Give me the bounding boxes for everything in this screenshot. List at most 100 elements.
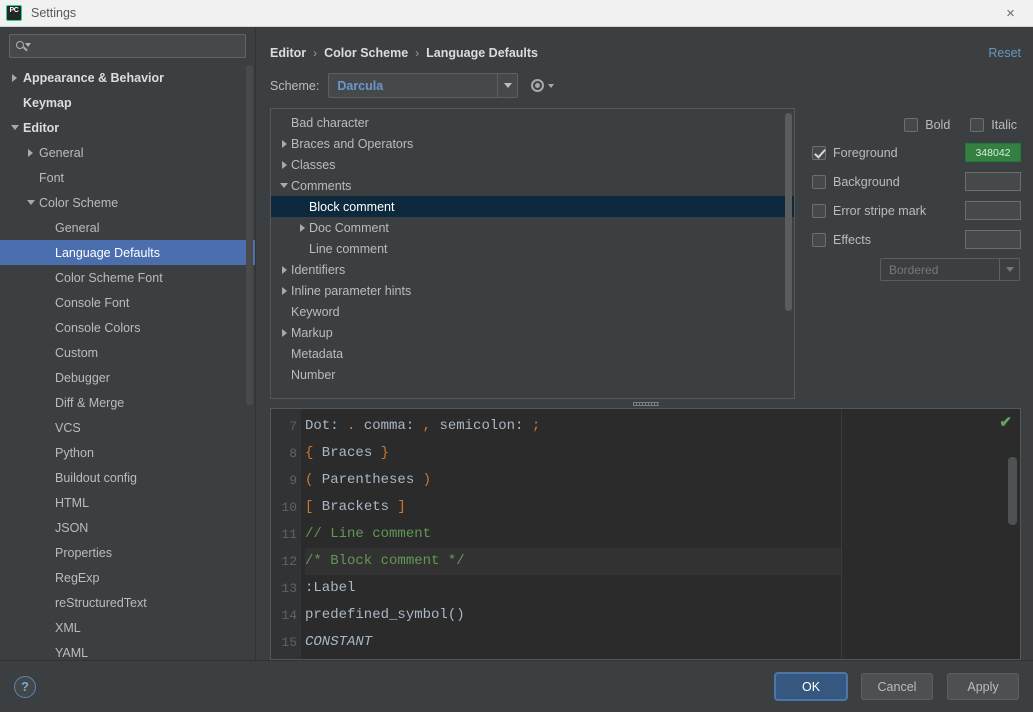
chevron-down-icon[interactable]: [277, 183, 291, 188]
close-icon[interactable]: ×: [988, 0, 1033, 27]
sidebar-item-debugger[interactable]: Debugger: [0, 365, 255, 390]
attribute-item-markup[interactable]: Markup: [271, 322, 794, 343]
attribute-item-metadata[interactable]: Metadata: [271, 343, 794, 364]
bold-checkbox[interactable]: [904, 118, 919, 132]
background-row: Background: [812, 167, 1021, 196]
background-left[interactable]: Background: [812, 174, 965, 189]
sidebar-item-label: Properties: [55, 545, 112, 560]
chevron-down-icon[interactable]: [8, 125, 21, 130]
effects-color-swatch[interactable]: [965, 230, 1021, 249]
effects-row: Effects: [812, 225, 1021, 254]
apply-button[interactable]: Apply: [947, 673, 1019, 700]
search-input[interactable]: [30, 39, 240, 53]
error-stripe-color-swatch[interactable]: [965, 201, 1021, 220]
sidebar-item-general[interactable]: General: [0, 140, 255, 165]
sidebar-item-language-defaults[interactable]: Language Defaults: [0, 240, 255, 265]
attribute-item-braces-and-operators[interactable]: Braces and Operators: [271, 133, 794, 154]
sidebar-item-label: General: [55, 220, 100, 235]
attribute-item-identifiers[interactable]: Identifiers: [271, 259, 794, 280]
attribute-item-label: Number: [291, 367, 336, 382]
sidebar-item-diff-merge[interactable]: Diff & Merge: [0, 390, 255, 415]
error-stripe-left[interactable]: Error stripe mark: [812, 203, 965, 218]
sidebar-item-python[interactable]: Python: [0, 440, 255, 465]
sidebar-item-color-scheme[interactable]: Color Scheme: [0, 190, 255, 215]
effect-type-dropdown[interactable]: Bordered: [880, 258, 1020, 281]
attribute-item-doc-comment[interactable]: Doc Comment: [271, 217, 794, 238]
sidebar-item-properties[interactable]: Properties: [0, 540, 255, 565]
preview-splitter[interactable]: [270, 399, 1021, 408]
breadcrumb-item-0[interactable]: Editor: [270, 46, 306, 60]
cancel-button[interactable]: Cancel: [861, 673, 933, 700]
sidebar-item-buildout-config[interactable]: Buildout config: [0, 465, 255, 490]
code-token: Dot:: [305, 418, 348, 434]
sidebar-item-console-colors[interactable]: Console Colors: [0, 315, 255, 340]
attribute-item-comments[interactable]: Comments: [271, 175, 794, 196]
sidebar-item-general[interactable]: General: [0, 215, 255, 240]
settings-tree[interactable]: Appearance & Behavior Keymap Editor General…: [0, 64, 255, 660]
italic-checkbox[interactable]: [970, 118, 985, 132]
sidebar-item-keymap[interactable]: Keymap: [0, 90, 255, 115]
sidebar-item-console-font[interactable]: Console Font: [0, 290, 255, 315]
sidebar-scrollbar[interactable]: [246, 65, 253, 405]
sidebar-item-html[interactable]: HTML: [0, 490, 255, 515]
chevron-right-icon[interactable]: [8, 74, 21, 82]
error-stripe-checkbox[interactable]: [812, 203, 826, 218]
ok-button[interactable]: OK: [775, 673, 847, 700]
code-token: Brackets: [313, 499, 398, 515]
sidebar-item-label: General: [39, 145, 84, 160]
sidebar-item-yaml[interactable]: YAML: [0, 640, 255, 660]
breadcrumb-separator-0: ›: [313, 46, 318, 60]
chevron-right-icon[interactable]: [277, 329, 291, 337]
sidebar-item-label: RegExp: [55, 570, 100, 585]
foreground-color-swatch[interactable]: 348042: [965, 143, 1021, 162]
attribute-item-block-comment[interactable]: Block comment: [271, 196, 794, 217]
sidebar-item-custom[interactable]: Custom: [0, 340, 255, 365]
chevron-right-icon[interactable]: [24, 149, 37, 157]
chevron-down-icon[interactable]: [24, 200, 37, 205]
help-button[interactable]: ?: [14, 675, 36, 698]
attributes-scrollbar[interactable]: [785, 113, 792, 311]
sidebar-item-xml[interactable]: XML: [0, 615, 255, 640]
background-checkbox[interactable]: [812, 174, 826, 189]
breadcrumb-separator-1: ›: [415, 46, 420, 60]
chevron-right-icon[interactable]: [295, 224, 309, 232]
foreground-checkbox[interactable]: [812, 145, 826, 160]
sidebar-item-font[interactable]: Font: [0, 165, 255, 190]
background-color-swatch[interactable]: [965, 172, 1021, 191]
scheme-dropdown[interactable]: Darcula: [328, 73, 519, 98]
sidebar-item-appearance-behavior[interactable]: Appearance & Behavior: [0, 65, 255, 90]
attribute-item-inline-parameter-hints[interactable]: Inline parameter hints: [271, 280, 794, 301]
sidebar-item-regexp[interactable]: RegExp: [0, 565, 255, 590]
search-box[interactable]: [9, 34, 246, 58]
chevron-right-icon[interactable]: [277, 161, 291, 169]
breadcrumb-item-1[interactable]: Color Scheme: [324, 46, 408, 60]
attribute-item-number[interactable]: Number: [271, 364, 794, 385]
italic-checkbox-wrapper[interactable]: Italic: [970, 118, 1017, 132]
attribute-item-keyword[interactable]: Keyword: [271, 301, 794, 322]
sidebar-item-label: Console Font: [55, 295, 130, 310]
inspection-ok-icon[interactable]: ✔: [999, 413, 1012, 431]
chevron-right-icon[interactable]: [277, 266, 291, 274]
sidebar-item-color-scheme-font[interactable]: Color Scheme Font: [0, 265, 255, 290]
chevron-down-icon[interactable]: [497, 74, 517, 97]
foreground-left[interactable]: Foreground: [812, 145, 965, 160]
sidebar-item-json[interactable]: JSON: [0, 515, 255, 540]
reset-link[interactable]: Reset: [988, 46, 1021, 60]
effects-checkbox[interactable]: [812, 232, 826, 247]
sidebar-item-vcs[interactable]: VCS: [0, 415, 255, 440]
effects-left[interactable]: Effects: [812, 232, 965, 247]
preview-code-lines[interactable]: Dot: . comma: , semicolon: ;{ Braces }( …: [301, 409, 841, 659]
attribute-item-classes[interactable]: Classes: [271, 154, 794, 175]
color-attributes-list[interactable]: Bad character Braces and Operators Classes…: [271, 109, 794, 385]
sidebar-item-editor[interactable]: Editor: [0, 115, 255, 140]
preview-scrollbar[interactable]: [1008, 457, 1017, 525]
scheme-settings-button[interactable]: [530, 78, 555, 93]
bold-checkbox-wrapper[interactable]: Bold: [904, 118, 950, 132]
search-wrapper: [0, 27, 255, 64]
sidebar-item-restructuredtext[interactable]: reStructuredText: [0, 590, 255, 615]
chevron-right-icon[interactable]: [277, 140, 291, 148]
chevron-right-icon[interactable]: [277, 287, 291, 295]
attribute-item-bad-character[interactable]: Bad character: [271, 112, 794, 133]
chevron-down-icon[interactable]: [999, 259, 1019, 280]
attribute-item-line-comment[interactable]: Line comment: [271, 238, 794, 259]
